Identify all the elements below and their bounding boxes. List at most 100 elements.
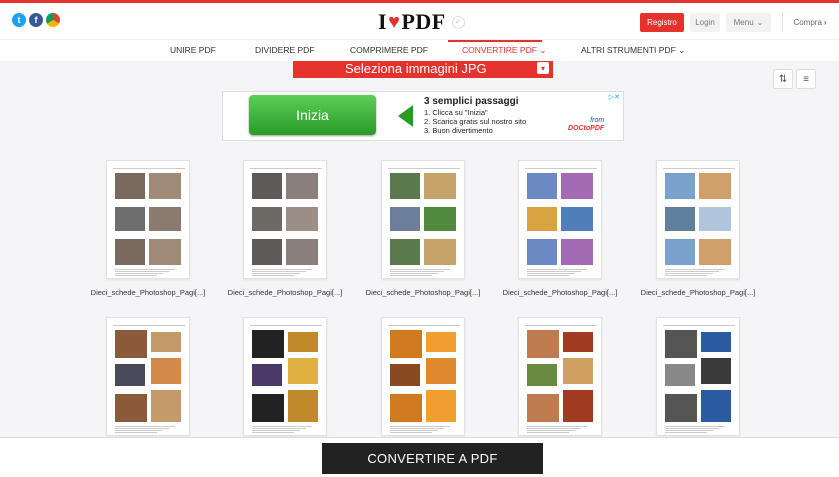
- page-image: [252, 394, 284, 422]
- page-image: [151, 390, 181, 422]
- file-name-label: Dieci_schede_Photoshop_Pagi[...]: [365, 288, 481, 297]
- advertisement-banner[interactable]: Inizia 3 semplici passaggi 1. Clicca su …: [222, 91, 624, 141]
- page-text-line: [390, 273, 438, 274]
- buy-label: Compra: [793, 18, 822, 27]
- file-thumbnail[interactable]: [656, 160, 740, 279]
- page-image: [252, 207, 282, 231]
- page-text-line: [665, 432, 707, 433]
- page-image: [426, 332, 456, 352]
- page-image: [701, 332, 731, 352]
- page-text-line: [252, 271, 306, 272]
- page-image: [701, 390, 731, 422]
- logo-text-right: PDF: [401, 9, 446, 34]
- bottom-action-bar: CONVERTIRE A PDF: [0, 437, 839, 477]
- page-text-line: [390, 269, 450, 270]
- page-header-line: [525, 322, 597, 326]
- chrome-icon[interactable]: [46, 13, 60, 27]
- page-header-line: [250, 165, 322, 169]
- menu-button[interactable]: Menu ⌄: [726, 13, 771, 32]
- social-icons: t f: [12, 13, 60, 27]
- page-image: [286, 173, 318, 199]
- page-image: [699, 207, 731, 231]
- page-image: [288, 332, 318, 352]
- page-image: [252, 173, 282, 199]
- page-text-line: [115, 428, 169, 429]
- nav-merge-pdf[interactable]: UNIRE PDF: [170, 45, 216, 55]
- page-text-line: [252, 269, 312, 270]
- page-header-line: [663, 322, 735, 326]
- file-thumbnail[interactable]: [106, 160, 190, 279]
- ad-start-button[interactable]: Inizia: [249, 95, 376, 135]
- nav-split-pdf[interactable]: DIVIDERE PDF: [255, 45, 315, 55]
- page-image: [561, 207, 593, 231]
- menu-label: Menu: [733, 18, 754, 27]
- page-header-line: [388, 165, 460, 169]
- file-thumbnail[interactable]: [243, 317, 327, 436]
- page-text-line: [252, 275, 294, 276]
- convert-to-pdf-button[interactable]: CONVERTIRE A PDF: [322, 443, 543, 474]
- page-image: [665, 207, 695, 231]
- page-text-line: [527, 426, 587, 427]
- login-button[interactable]: Login: [690, 13, 720, 32]
- page-text-line: [527, 273, 575, 274]
- page-image: [699, 239, 731, 265]
- file-thumbnail[interactable]: [381, 317, 465, 436]
- file-thumbnail[interactable]: [518, 160, 602, 279]
- page-image: [390, 239, 420, 265]
- select-images-button[interactable]: Seleziona immagini JPG ▾: [293, 61, 553, 78]
- logo-text-left: I: [378, 9, 388, 34]
- page-image: [424, 207, 456, 231]
- ad-step-2: 2. Scarica gratis sul nostro sito: [424, 117, 527, 126]
- nav-more-tools[interactable]: ALTRI STRUMENTI PDF ⌄: [581, 45, 685, 56]
- page-image: [286, 207, 318, 231]
- file-thumbnail[interactable]: [518, 317, 602, 436]
- page-image: [665, 394, 697, 422]
- sort-icon[interactable]: ⇅: [773, 69, 793, 89]
- register-button[interactable]: Registro: [640, 13, 684, 32]
- file-thumbnail[interactable]: [656, 317, 740, 436]
- ad-close-icon[interactable]: ▷✕: [609, 93, 620, 101]
- list-view-icon[interactable]: ≡: [796, 69, 816, 89]
- page-text-line: [390, 432, 432, 433]
- page-image: [115, 364, 145, 386]
- page-image: [390, 207, 420, 231]
- ad-brand-from: from: [590, 117, 605, 124]
- ad-step-1: 1. Clicca su "Inizia": [424, 108, 488, 117]
- page-text-line: [527, 275, 569, 276]
- page-image: [701, 358, 731, 384]
- file-thumbnail[interactable]: [106, 317, 190, 436]
- dropdown-icon[interactable]: ▾: [537, 62, 549, 74]
- nav-compress-pdf[interactable]: COMPRIMERE PDF: [350, 45, 428, 55]
- page-text-line: [252, 273, 300, 274]
- page-image: [252, 239, 282, 265]
- ad-brand-name: DOCtoPDF: [568, 125, 605, 132]
- page-text-line: [390, 271, 444, 272]
- ilovepdf-logo[interactable]: I ♥ PDF ✓: [378, 9, 465, 35]
- page-image: [424, 239, 456, 265]
- page-header-line: [113, 165, 185, 169]
- page-image: [563, 332, 593, 352]
- page-image: [390, 330, 422, 358]
- page-image: [115, 207, 145, 231]
- page-text-line: [115, 271, 169, 272]
- page-image: [390, 364, 420, 386]
- page-text-line: [390, 428, 444, 429]
- twitter-icon[interactable]: t: [12, 13, 26, 27]
- page-image: [115, 330, 147, 358]
- nav-more-label: ALTRI STRUMENTI PDF: [581, 45, 676, 55]
- file-thumbnail[interactable]: [381, 160, 465, 279]
- nav-convert-pdf[interactable]: CONVERTIRE PDF ⌄: [462, 45, 546, 56]
- page-text-line: [665, 430, 713, 431]
- buy-link[interactable]: Compra ›: [782, 13, 837, 32]
- page-text-line: [527, 271, 581, 272]
- workspace: Seleziona immagini JPG ▾ ⇅ ≡ Inizia 3 se…: [0, 61, 839, 437]
- facebook-icon[interactable]: f: [29, 13, 43, 27]
- page-text-line: [252, 430, 300, 431]
- heart-icon: ♥: [388, 10, 401, 33]
- page-text-line: [252, 432, 294, 433]
- page-header-line: [388, 322, 460, 326]
- page-image: [527, 364, 557, 386]
- page-image: [390, 394, 422, 422]
- file-thumbnail[interactable]: [243, 160, 327, 279]
- page-text-line: [115, 275, 157, 276]
